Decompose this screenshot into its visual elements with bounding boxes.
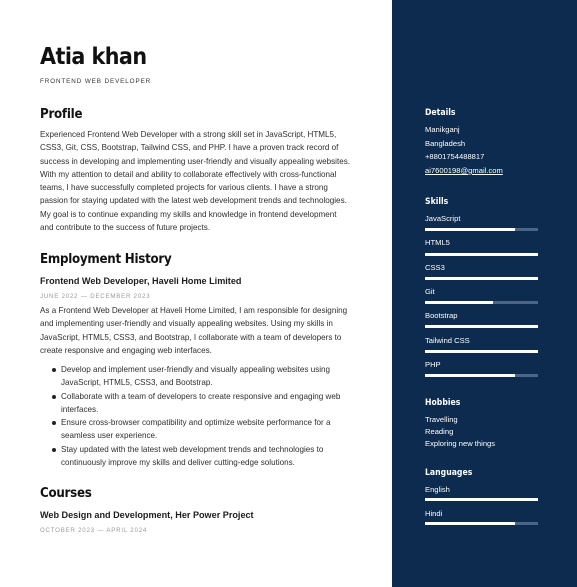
list-item: Collaborate with a team of developers to…	[40, 390, 366, 417]
profile-line: CSS3, Git, CSS, Bootstrap, Tailwind CSS,…	[40, 143, 339, 153]
hobby-item: Reading	[425, 427, 454, 436]
hobby-item: Travelling	[425, 415, 458, 424]
job-dates: JUNE 2022 — DECEMBER 2023	[40, 293, 151, 300]
job-line: JavaScript, HTML5, CSS3, and Bootstrap, …	[40, 332, 342, 342]
employment-heading: Employment History	[40, 251, 172, 267]
course-title: Web Design and Development, Her Power Pr…	[40, 510, 254, 520]
skills-heading: Skills	[425, 197, 449, 207]
job-line: and implementing user-friendly and visua…	[40, 319, 333, 329]
detail-country: Bangladesh	[425, 139, 466, 148]
language-level-bar	[425, 522, 538, 525]
skill-level-bar	[425, 253, 538, 256]
courses-heading: Courses	[40, 485, 92, 501]
skill-name: JavaScript	[425, 214, 461, 223]
profile-line: teams, I have successfully completed pro…	[40, 183, 328, 193]
skill-level-bar	[425, 301, 538, 304]
candidate-name: Atia khan	[40, 44, 147, 70]
detail-phone: +8801754488817	[425, 152, 485, 161]
skill-name: Bootstrap	[425, 311, 458, 320]
list-item: Ensure cross-browser compatibility and o…	[40, 416, 366, 443]
skill-level-bar	[425, 350, 538, 353]
skill-level-bar	[425, 374, 538, 377]
skill-level-bar	[425, 325, 538, 328]
skill-name: Tailwind CSS	[425, 336, 470, 345]
profile-line: My goal is to continue expanding my skil…	[40, 209, 337, 219]
job-description: As a Frontend Web Developer at Haveli Ho…	[40, 304, 366, 357]
language-name: Hindi	[425, 509, 443, 518]
skill-name: CSS3	[425, 263, 445, 272]
hobbies-heading: Hobbies	[425, 398, 461, 408]
job-role: FRONTEND WEB DEVELOPER	[40, 78, 152, 85]
hobby-item: Exploring new things	[425, 439, 496, 448]
details-heading: Details	[425, 108, 456, 118]
job-title: Frontend Web Developer, Haveli Home Limi…	[40, 276, 242, 286]
job-bullet-list: Develop and implement user-friendly and …	[40, 363, 366, 469]
skill-level-bar	[425, 228, 538, 231]
profile-line: Experienced Frontend Web Developer with …	[40, 130, 337, 139]
skill-name: Git	[425, 287, 435, 296]
languages-heading: Languages	[425, 468, 473, 478]
course-dates: OCTOBER 2023 — APRIL 2024	[40, 527, 148, 534]
profile-line: success in developing and implementing u…	[40, 156, 350, 166]
profile-heading: Profile	[40, 106, 83, 122]
job-line: create responsive and engaging web inter…	[40, 345, 212, 355]
list-item: Stay updated with the latest web develop…	[40, 443, 366, 470]
email-link[interactable]: ai7600198@gmail.com	[425, 166, 503, 175]
skill-name: PHP	[425, 360, 441, 369]
language-name: English	[425, 485, 450, 494]
profile-text: Experienced Frontend Web Developer with …	[40, 128, 366, 234]
language-level-bar	[425, 498, 538, 501]
profile-line: and contribute to the success of future …	[40, 223, 211, 233]
skill-level-bar	[425, 277, 538, 280]
list-item: Develop and implement user-friendly and …	[40, 363, 366, 390]
job-line: As a Frontend Web Developer at Haveli Ho…	[40, 306, 348, 315]
detail-city: Manikganj	[425, 125, 460, 134]
profile-line: passion for staying updated with the lat…	[40, 196, 347, 206]
skill-name: HTML5	[425, 238, 450, 247]
profile-line: With my attention to detail and ability …	[40, 169, 337, 179]
